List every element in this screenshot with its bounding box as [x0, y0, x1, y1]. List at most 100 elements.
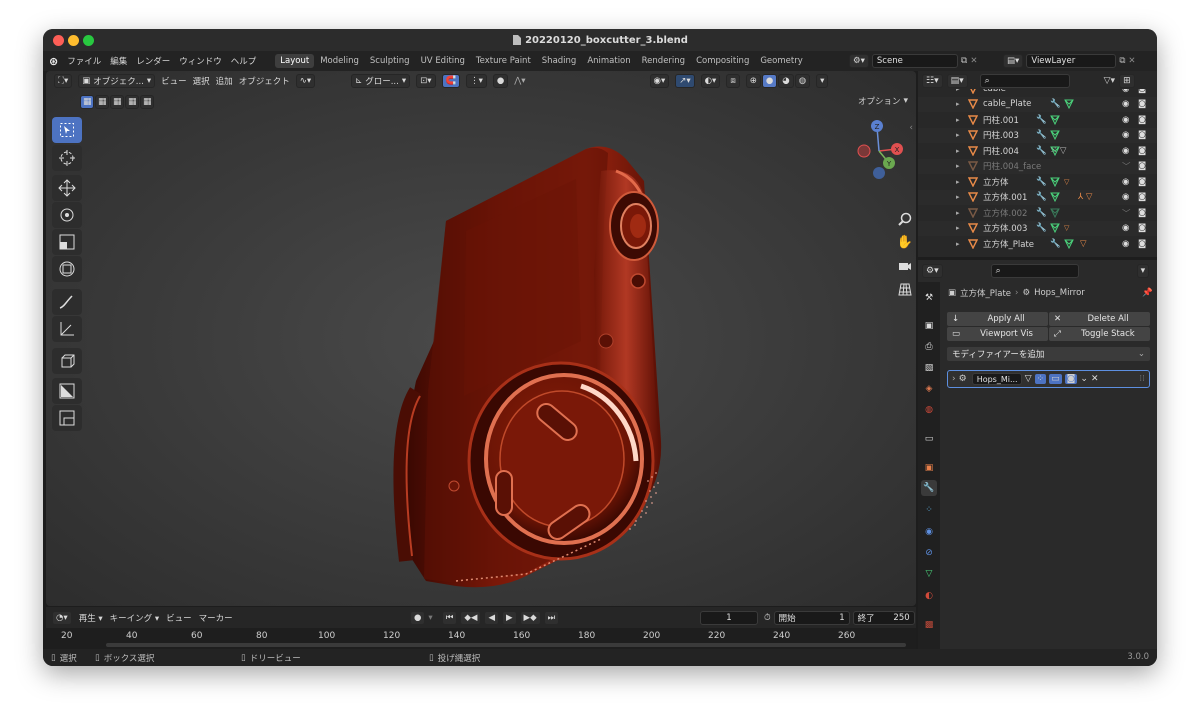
object-name[interactable]: 立方体.002 — [983, 207, 1027, 219]
close-window-button[interactable] — [53, 35, 64, 46]
menu-playback[interactable]: 再生 ▾ — [79, 612, 103, 624]
jump-keyframe-back-icon[interactable]: ◆◀ — [460, 610, 482, 625]
camera-icon[interactable]: ◙ — [1138, 115, 1146, 125]
perspective-grid-icon[interactable] — [897, 281, 913, 297]
select-subtract-icon[interactable]: ▦ — [110, 95, 124, 109]
timeline-ruler[interactable]: 20 40 60 80 100 120 140 160 180 200 220 … — [46, 628, 916, 649]
wrench-icon[interactable]: 🔧 — [1036, 208, 1047, 218]
view-layer-tab-icon[interactable]: ▧ — [921, 360, 937, 376]
select-intersect-icon[interactable]: ▦ — [140, 95, 154, 109]
new-collection-icon[interactable]: ⊞ — [1119, 74, 1135, 88]
filter-icon[interactable]: ▽▾ — [1104, 76, 1115, 86]
select-extend-icon[interactable]: ▦ — [95, 95, 109, 109]
remove-scene-icon[interactable]: ✕ — [970, 56, 977, 66]
outliner-row[interactable]: ▸ 立方体 🔧 ▽ ◉ ◙ — [918, 174, 1157, 190]
expand-arrow-icon[interactable]: ▸ — [956, 193, 960, 201]
eye-icon[interactable]: ◉ — [1122, 89, 1129, 94]
wrench-icon[interactable]: 🔧 — [1036, 223, 1047, 233]
play-reverse-icon[interactable]: ◀ — [484, 610, 499, 625]
proportional-edit-icon[interactable]: ● — [492, 74, 509, 88]
end-frame-field[interactable]: 終了 250 — [852, 610, 915, 625]
tab-layout[interactable]: Layout — [275, 54, 315, 68]
expand-arrow-icon[interactable]: ▸ — [956, 131, 960, 139]
mesh-data-icon[interactable] — [1050, 177, 1060, 187]
add-modifier-dropdown[interactable]: モディファイアーを追加 ⌄ — [947, 347, 1150, 361]
viewport-toggle-icon[interactable]: ▭ — [1049, 374, 1062, 384]
properties-editor[interactable]: ⚙▾ ⌕ ▾ ⚒ ▣ ⎙ ▧ ◈ ◍ ▭ ▣ 🔧 ⁘ ◉ ⊘ ▽ ◐ ▩ ▣ 立… — [918, 260, 1157, 649]
outliner-row[interactable]: ▸ 立方体.003 🔧 ▽ ◉ ◙ — [918, 220, 1157, 236]
object-name[interactable]: 円柱.004_face — [983, 160, 1041, 172]
particles-icon[interactable]: ⁙ ▽ — [1050, 146, 1066, 156]
camera-icon[interactable]: ◙ — [1138, 89, 1146, 94]
current-frame-field[interactable]: 1 — [700, 610, 758, 625]
camera-view-icon[interactable] — [897, 258, 913, 274]
properties-options-icon[interactable]: ▾ — [1136, 264, 1150, 278]
object-name[interactable]: 立方体 — [983, 176, 1009, 188]
move-tool[interactable] — [52, 175, 82, 201]
tab-geometry[interactable]: Geometry — [755, 54, 807, 68]
timeline-scrollbar[interactable] — [106, 643, 906, 647]
camera-icon[interactable]: ◙ — [1138, 130, 1146, 140]
scene-type-icon[interactable]: ⚙▾ — [849, 54, 869, 68]
camera-icon[interactable]: ◙ — [1138, 239, 1146, 249]
remove-view-layer-icon[interactable]: ✕ — [1128, 56, 1135, 66]
wrench-icon[interactable]: 🔧 — [1036, 146, 1047, 156]
camera-icon[interactable]: ◙ — [1138, 161, 1146, 171]
render-tab-icon[interactable]: ▣ — [921, 318, 937, 334]
modifier-tab-icon[interactable]: 🔧 — [921, 480, 937, 496]
expand-arrow-icon[interactable]: ▸ — [956, 178, 960, 186]
expand-arrow-icon[interactable]: ▸ — [956, 224, 960, 232]
mesh-data-icon[interactable] — [1050, 223, 1060, 234]
object-visibility-icon[interactable]: ◉▾ — [649, 74, 670, 88]
mesh-data-icon[interactable] — [1050, 115, 1060, 125]
eye-icon[interactable]: ◉ — [1122, 146, 1129, 156]
menu-edit[interactable]: 編集 — [110, 55, 127, 67]
eye-icon[interactable]: ◉ — [1122, 223, 1129, 233]
clock-icon[interactable]: ⏱ — [764, 613, 771, 623]
start-frame-field[interactable]: 開始 1 — [773, 610, 850, 625]
expand-arrow-icon[interactable]: ▸ — [956, 209, 960, 217]
gizmo-toggle-icon[interactable]: ↗▾ — [675, 74, 695, 88]
tab-compositing[interactable]: Compositing — [691, 54, 754, 68]
expand-panel-icon[interactable]: › — [952, 374, 956, 384]
particles-tab-icon[interactable]: ⁘ — [921, 502, 937, 518]
snap-toggle-icon[interactable]: 🧲 — [441, 74, 461, 88]
outliner-row[interactable]: ▸ 立方体.001 🔧 ⅄ ▽ ◉ ◙ — [918, 189, 1157, 205]
solid-shading-icon[interactable]: ● — [761, 74, 778, 88]
material-count-icon[interactable]: ▽ — [1064, 178, 1069, 186]
tool-tab-icon[interactable]: ⚒ — [921, 290, 937, 306]
add-cube-tool[interactable] — [52, 348, 82, 374]
link-icon[interactable]: ∿▾ — [295, 74, 316, 88]
outliner-row[interactable]: ▸ 立方体_Plate 🔧 ▽ ◉ ◙ — [918, 236, 1157, 252]
timeline-editor[interactable]: ◔▾ 再生 ▾ キーイング ▾ ビュー マーカー ● ▾ ⏮ ◆◀ ◀ ▶ ▶◆… — [46, 607, 916, 649]
cursor-tool[interactable] — [52, 145, 82, 171]
eye-icon[interactable]: ◉ — [1122, 192, 1129, 202]
menu-select[interactable]: 選択 — [193, 75, 210, 87]
camera-icon[interactable]: ◙ — [1138, 99, 1146, 109]
falloff-icon[interactable]: ⋀▾ — [514, 76, 525, 86]
tab-modeling[interactable]: Modeling — [315, 54, 364, 68]
viewport-vis-button[interactable]: ▭ Viewport Vis — [947, 327, 1048, 341]
outliner-editor-type-icon[interactable]: ☷▾ — [922, 74, 943, 88]
modifier-name-field[interactable]: Hops_Mi... — [971, 373, 1022, 385]
3d-viewport[interactable]: ⛶▾ ▣ オブジェク... ▾ ビュー 選択 追加 オブジェクト ∿▾ ⊾ グロー..… — [46, 71, 916, 606]
outliner[interactable]: ☷▾ ▤▾ ⌕ ▽▾ ⊞ ▸ cable ◉ ◙ ▸ cable_Plate 🔧 ◉ ◙ ▸ 円柱.… — [918, 71, 1157, 257]
hidden-eye-icon[interactable]: ﹀ — [1122, 160, 1131, 172]
edit-cage-icon[interactable]: ▽ — [1025, 374, 1032, 384]
blender-logo-icon[interactable]: ⊛ — [49, 55, 58, 68]
sidebar-toggle-icon[interactable]: ‹ — [909, 123, 913, 133]
modifier-menu-icon[interactable]: ⌄ — [1080, 374, 1088, 384]
view-layer-field[interactable]: ViewLayer — [1026, 54, 1117, 68]
tab-sculpting[interactable]: Sculpting — [365, 54, 415, 68]
properties-search-input[interactable]: ⌕ — [990, 264, 1079, 278]
zoom-icon[interactable] — [897, 211, 913, 227]
expand-arrow-icon[interactable]: ▸ — [956, 162, 960, 170]
eye-icon[interactable]: ◉ — [1122, 115, 1129, 125]
physics-tab-icon[interactable]: ◉ — [921, 524, 937, 540]
render-toggle-icon[interactable]: ◙ — [1064, 374, 1078, 384]
camera-icon[interactable]: ◙ — [1138, 177, 1146, 187]
view-layer-icon[interactable]: ▤▾ — [1003, 54, 1024, 68]
auto-keying-icon[interactable]: ● — [410, 610, 426, 625]
wrench-icon[interactable]: 🔧 — [1050, 99, 1061, 109]
tab-texture-paint[interactable]: Texture Paint — [471, 54, 536, 68]
